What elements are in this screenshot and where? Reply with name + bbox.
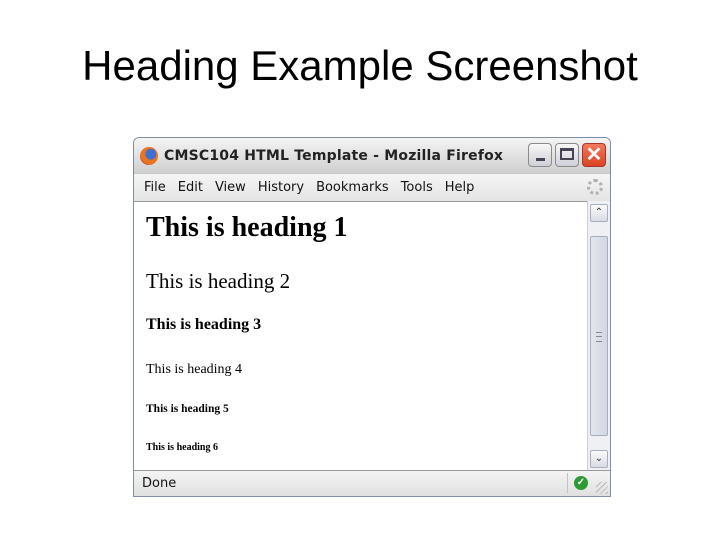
vertical-scrollbar[interactable]: ⌃ ⌄ <box>587 201 610 471</box>
heading-1: This is heading 1 <box>146 212 348 243</box>
status-text: Done <box>142 476 177 491</box>
title-bar[interactable]: CMSC104 HTML Template - Mozilla Firefox … <box>134 138 610 174</box>
menu-bookmarks[interactable]: Bookmarks <box>316 180 389 195</box>
scroll-up-button[interactable]: ⌃ <box>590 204 608 222</box>
close-button[interactable]: ✕ <box>582 143 606 167</box>
minimize-button[interactable] <box>528 143 552 167</box>
heading-5: This is heading 5 <box>146 403 229 415</box>
menu-file[interactable]: File <box>144 180 166 195</box>
menu-help[interactable]: Help <box>445 180 475 195</box>
slide-title: Heading Example Screenshot <box>82 42 638 89</box>
menu-view[interactable]: View <box>215 180 246 195</box>
browser-window: CMSC104 HTML Template - Mozilla Firefox … <box>133 137 611 497</box>
heading-3: This is heading 3 <box>146 316 262 333</box>
scroll-down-button[interactable]: ⌄ <box>590 450 608 468</box>
menu-bar: File Edit View History Bookmarks Tools H… <box>134 174 610 202</box>
status-divider <box>567 473 568 493</box>
heading-4: This is heading 4 <box>146 362 243 377</box>
page-content: This is heading 1 This is heading 2 This… <box>134 201 588 472</box>
grip-icon <box>596 332 602 342</box>
menu-tools[interactable]: Tools <box>401 180 433 195</box>
window-title: CMSC104 HTML Template - Mozilla Firefox <box>164 147 504 164</box>
check-circle-icon: ✓ <box>574 476 588 490</box>
heading-6: This is heading 6 <box>146 442 218 453</box>
firefox-logo-icon <box>140 146 158 165</box>
maximize-button[interactable] <box>555 143 579 167</box>
status-bar: Done ✓ <box>134 470 610 496</box>
heading-2: This is heading 2 <box>146 269 291 293</box>
menu-history[interactable]: History <box>258 180 304 195</box>
scrollbar-thumb[interactable] <box>590 236 608 436</box>
menu-edit[interactable]: Edit <box>178 180 203 195</box>
throbber-icon <box>587 179 603 195</box>
resize-grip[interactable] <box>596 482 608 494</box>
window-controls: ✕ <box>528 143 606 167</box>
